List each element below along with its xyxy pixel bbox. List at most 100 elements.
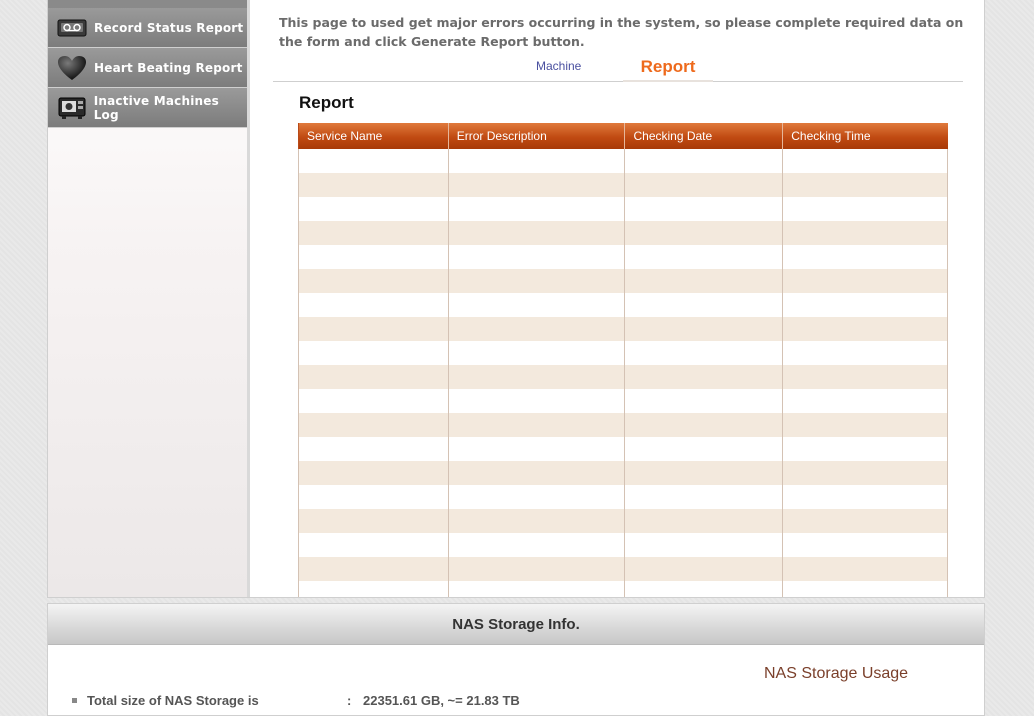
table-cell [298, 365, 449, 389]
table-cell [447, 413, 626, 437]
table-cell [447, 245, 626, 269]
table-cell [447, 317, 626, 341]
main-content: This page to used get major errors occur… [253, 0, 986, 597]
table-row [298, 485, 948, 509]
tape-icon [56, 14, 88, 42]
table-cell [782, 413, 948, 437]
tab-bar: Machine Report [273, 55, 963, 82]
column-header-checking-date: Checking Date [624, 123, 783, 149]
column-header-error-description: Error Description [447, 123, 625, 149]
table-cell [782, 269, 948, 293]
table-cell [782, 221, 948, 245]
heart-icon [56, 54, 88, 82]
table-row [298, 269, 948, 293]
sidebar-item-record-status-report[interactable]: Record Status Report [48, 8, 247, 48]
table-cell [447, 389, 626, 413]
table-cell [447, 533, 626, 557]
table-row [298, 221, 948, 245]
table-cell [447, 269, 626, 293]
table-cell [447, 461, 626, 485]
table-cell [782, 389, 948, 413]
table-cell [298, 509, 449, 533]
table-row [298, 293, 948, 317]
table-cell [298, 149, 449, 173]
report-table: Service Name Error Description Checking … [298, 123, 948, 597]
table-row [298, 413, 948, 437]
table-cell [782, 581, 948, 597]
table-row [298, 461, 948, 485]
sidebar-item-heart-beating-report[interactable]: Heart Beating Report [48, 48, 247, 88]
tab-report[interactable]: Report [623, 55, 713, 82]
column-header-checking-time: Checking Time [782, 123, 948, 149]
table-cell [624, 533, 784, 557]
table-row [298, 245, 948, 269]
table-cell [298, 533, 449, 557]
table-row [298, 341, 948, 365]
table-cell [447, 149, 626, 173]
table-cell [624, 173, 784, 197]
sidebar-item-label: Inactive Machines Log [93, 93, 219, 122]
intro-text: This page to used get major errors occur… [279, 15, 964, 49]
table-header-row: Service Name Error Description Checking … [298, 123, 948, 149]
table-row [298, 533, 948, 557]
table-cell [782, 461, 948, 485]
nas-usage-title: NAS Storage Usage [764, 665, 909, 682]
table-row [298, 173, 948, 197]
table-cell [782, 173, 948, 197]
table-cell [298, 485, 449, 509]
sidebar-item-label: Heart Beating Report [94, 60, 243, 75]
table-cell [298, 245, 449, 269]
table-cell [298, 341, 449, 365]
table-cell [782, 149, 948, 173]
table-cell [782, 341, 948, 365]
table-row [298, 509, 948, 533]
sidebar-top-bar [48, 0, 247, 8]
table-cell [624, 293, 784, 317]
nas-panel-title: NAS Storage Info. [48, 604, 984, 645]
bullet-icon [72, 698, 77, 703]
table-cell [782, 245, 948, 269]
table-cell [782, 365, 948, 389]
table-body [298, 149, 948, 597]
table-cell [447, 221, 626, 245]
table-cell [298, 269, 449, 293]
table-cell [298, 317, 449, 341]
table-cell [624, 413, 784, 437]
table-cell [298, 413, 449, 437]
table-cell [624, 461, 784, 485]
content-frame: Record Status Report Heart Beating Repor… [47, 0, 985, 598]
table-row [298, 317, 948, 341]
table-cell [298, 173, 449, 197]
table-cell [447, 173, 626, 197]
sidebar-item-label: Record Status Report [94, 20, 244, 35]
table-cell [624, 245, 784, 269]
table-cell [624, 581, 784, 597]
table-cell [782, 293, 948, 317]
table-cell [447, 581, 626, 597]
table-cell [298, 437, 449, 461]
table-cell [447, 509, 626, 533]
table-cell [447, 341, 626, 365]
table-cell [298, 293, 449, 317]
table-cell [624, 197, 784, 221]
table-cell [298, 557, 449, 581]
table-cell [624, 485, 784, 509]
table-cell [624, 149, 784, 173]
sidebar: Record Status Report Heart Beating Repor… [48, 0, 250, 597]
sidebar-item-inactive-machines-log[interactable]: Inactive Machines Log [48, 88, 247, 128]
tab-machine[interactable]: Machine [536, 59, 581, 73]
table-cell [624, 509, 784, 533]
table-cell [298, 197, 449, 221]
table-cell [624, 557, 784, 581]
machine-icon [56, 94, 88, 122]
table-cell [782, 533, 948, 557]
table-cell [782, 509, 948, 533]
nas-storage-panel: NAS Storage Info. NAS Storage Usage Tota… [47, 603, 985, 716]
table-cell [624, 269, 784, 293]
table-cell [782, 557, 948, 581]
table-cell [447, 197, 626, 221]
table-cell [624, 317, 784, 341]
table-row [298, 365, 948, 389]
table-cell [298, 581, 449, 597]
column-header-service-name: Service Name [298, 123, 449, 149]
